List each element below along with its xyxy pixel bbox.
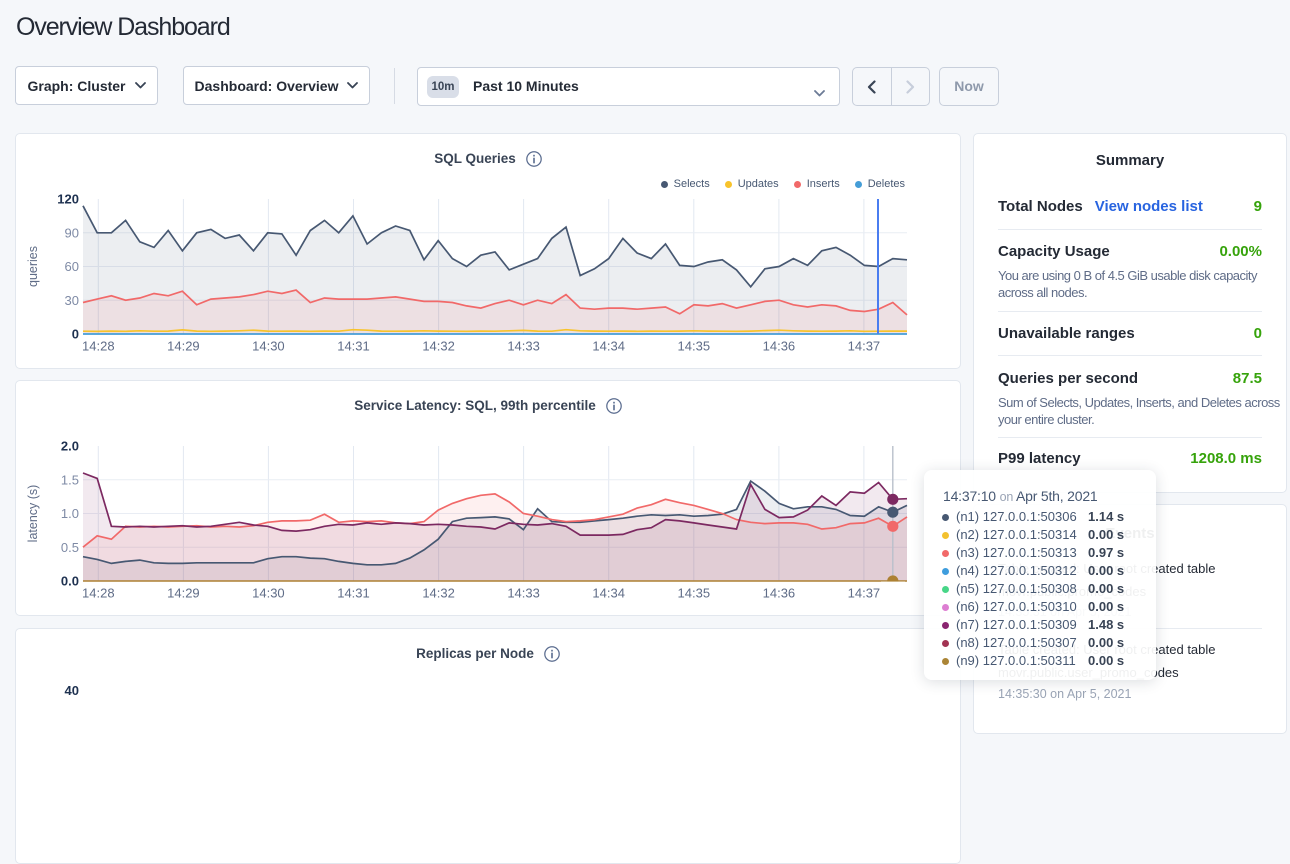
svg-text:14:36: 14:36: [763, 339, 796, 354]
svg-text:90: 90: [65, 225, 79, 240]
svg-text:1.0: 1.0: [61, 506, 79, 521]
svg-text:14:33: 14:33: [507, 339, 540, 354]
svg-text:14:33: 14:33: [507, 586, 540, 601]
svg-text:14:31: 14:31: [337, 339, 370, 354]
svg-text:14:29: 14:29: [167, 586, 200, 601]
svg-text:14:30: 14:30: [252, 586, 285, 601]
svg-text:queries: queries: [26, 246, 40, 287]
svg-text:60: 60: [65, 259, 79, 274]
svg-text:14:35: 14:35: [678, 339, 711, 354]
svg-text:0: 0: [72, 327, 79, 342]
svg-text:120: 120: [57, 192, 79, 207]
svg-text:1.5: 1.5: [61, 472, 79, 487]
svg-text:14:28: 14:28: [82, 339, 115, 354]
svg-text:14:34: 14:34: [592, 339, 625, 354]
svg-text:14:31: 14:31: [337, 586, 370, 601]
svg-text:40: 40: [65, 683, 79, 698]
svg-text:0.5: 0.5: [61, 540, 79, 555]
svg-text:14:32: 14:32: [422, 586, 455, 601]
svg-text:14:34: 14:34: [592, 586, 625, 601]
svg-text:14:32: 14:32: [422, 339, 455, 354]
svg-text:0.0: 0.0: [61, 574, 79, 589]
svg-text:latency (s): latency (s): [26, 485, 40, 543]
svg-text:14:28: 14:28: [82, 586, 115, 601]
svg-text:14:35: 14:35: [678, 586, 711, 601]
svg-text:14:30: 14:30: [252, 339, 285, 354]
svg-text:14:29: 14:29: [167, 339, 200, 354]
svg-text:14:37: 14:37: [848, 339, 881, 354]
svg-text:2.0: 2.0: [61, 439, 79, 454]
svg-text:14:37: 14:37: [848, 586, 881, 601]
svg-text:14:36: 14:36: [763, 586, 796, 601]
svg-text:30: 30: [65, 293, 79, 308]
